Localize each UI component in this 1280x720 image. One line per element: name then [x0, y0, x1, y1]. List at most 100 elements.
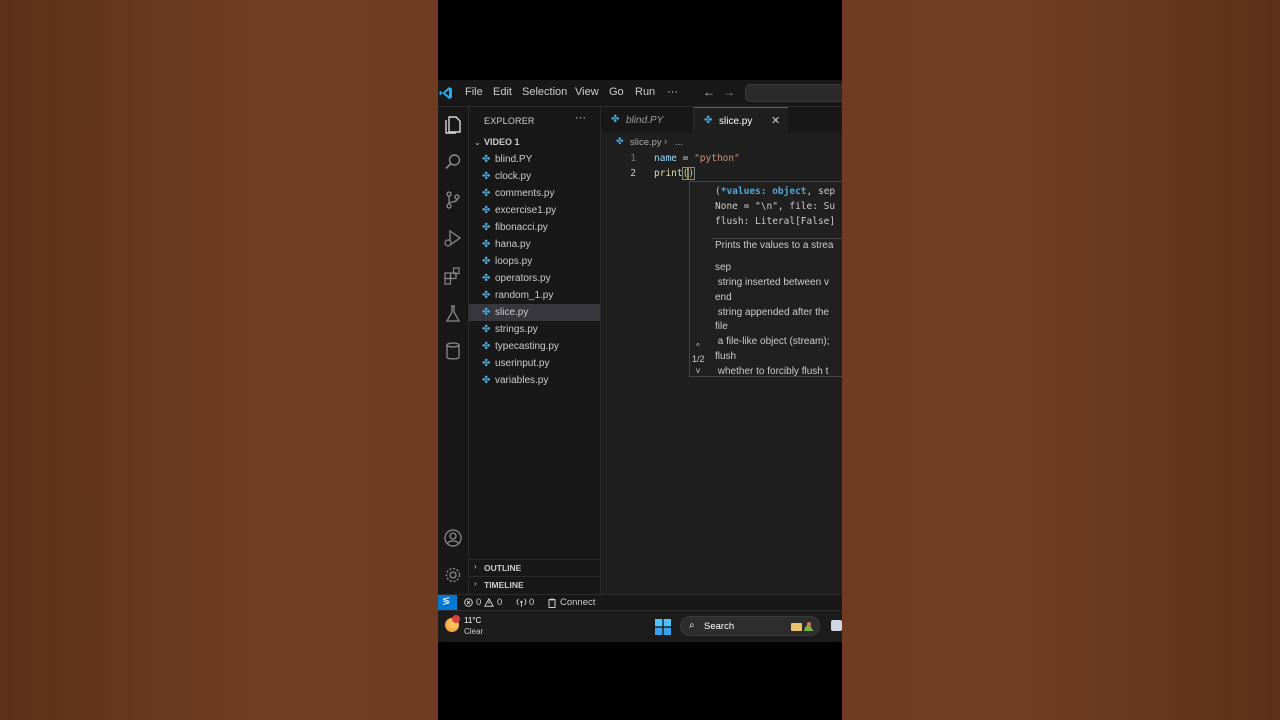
param-name-file: file	[715, 321, 728, 332]
clipboard-icon	[548, 598, 556, 608]
python-file-icon: ✤	[482, 341, 491, 352]
file-item-excercise1[interactable]: ✤ excercise1.py	[469, 202, 600, 219]
video-frame: File Edit Selection View Go Run ··· ← →	[438, 0, 842, 720]
search-icon[interactable]	[442, 151, 464, 173]
taskbar-app-icon[interactable]	[831, 620, 842, 631]
file-item-typecasting[interactable]: ✤ typecasting.py	[469, 338, 600, 355]
param-desc-file: a file-like object (stream);	[715, 336, 830, 347]
file-item-fibonacci[interactable]: ✤ fibonacci.py	[469, 219, 600, 236]
file-item-operators[interactable]: ✤ operators.py	[469, 270, 600, 287]
search-highlight-art-icon	[791, 622, 815, 631]
file-name: strings.py	[495, 324, 538, 335]
testing-flask-icon[interactable]	[442, 303, 464, 325]
file-item-blind[interactable]: ✤ blind.PY	[469, 151, 600, 168]
editor-tab-bar: ✤ blind.PY ✤ slice.py ✕	[601, 107, 842, 133]
python-file-icon: ✤	[482, 239, 491, 250]
error-icon[interactable]	[464, 598, 473, 607]
outline-label: OUTLINE	[484, 563, 522, 573]
ports-count: 0	[529, 597, 535, 608]
warning-count: 0	[497, 597, 503, 608]
back-arrow-icon[interactable]: ←	[703, 85, 715, 99]
sidebar-more-button[interactable]: ···	[575, 112, 586, 124]
active-parameter: *values: object	[720, 186, 807, 197]
code-token-function: print	[654, 168, 683, 179]
windows-start-icon[interactable]	[655, 619, 671, 635]
python-file-icon: ✤	[482, 375, 491, 386]
source-control-icon[interactable]	[442, 189, 464, 211]
weather-temperature: 11°C	[464, 616, 482, 625]
file-item-loops[interactable]: ✤ loops.py	[469, 253, 600, 270]
file-item-hana[interactable]: ✤ hana.py	[469, 236, 600, 253]
run-debug-icon[interactable]	[442, 227, 464, 249]
breadcrumb-file[interactable]: slice.py	[630, 137, 662, 148]
connect-button[interactable]: Connect	[560, 597, 595, 608]
vscode-window: File Edit Selection View Go Run ··· ← →	[438, 80, 842, 610]
file-name: operators.py	[495, 273, 551, 284]
menu-more-button[interactable]: ···	[667, 86, 678, 98]
file-item-clock[interactable]: ✤ clock.py	[469, 168, 600, 185]
explorer-files-icon[interactable]	[442, 114, 464, 136]
explorer-sidebar: EXPLORER ··· ⌄ VIDEO 1 ✤ blind.PY ✤ cloc…	[469, 107, 601, 594]
menu-go[interactable]: Go	[609, 86, 624, 98]
tab-blind[interactable]: ✤ blind.PY	[601, 107, 694, 133]
windows-taskbar: 11°C Clear ⌕ Search	[438, 610, 842, 642]
timeline-section[interactable]: › TIMELINE	[469, 576, 600, 593]
signature-line-3: flush: Literal[False]	[715, 216, 836, 227]
forward-arrow-icon[interactable]: →	[723, 85, 735, 99]
error-count: 0	[476, 597, 482, 608]
account-icon[interactable]	[442, 527, 464, 549]
menu-file[interactable]: File	[465, 86, 483, 98]
python-file-icon: ✤	[482, 188, 491, 199]
file-item-slice[interactable]: ✤ slice.py	[469, 304, 600, 321]
command-center-search[interactable]	[745, 84, 842, 102]
file-item-strings[interactable]: ✤ strings.py	[469, 321, 600, 338]
python-file-icon: ✤	[482, 205, 491, 216]
weather-condition: Clear	[464, 627, 484, 636]
menu-selection[interactable]: Selection	[522, 86, 567, 98]
notification-badge	[452, 615, 460, 623]
remote-indicator[interactable]: ≶	[438, 595, 457, 610]
menu-view[interactable]: View	[575, 86, 599, 98]
previous-overload-button[interactable]: ^	[696, 342, 700, 351]
signature-help-popup: ^ 1/2 v (*values: object, sep None = "\n…	[689, 181, 842, 377]
param-desc-sep: string inserted between v	[715, 277, 829, 288]
param-desc-end: string appended after the	[715, 307, 829, 318]
tab-slice[interactable]: ✤ slice.py ✕	[694, 107, 788, 133]
ports-antenna-icon[interactable]	[516, 598, 527, 607]
status-bar: ≶ 0 0 0 Connect	[438, 594, 842, 610]
python-file-icon: ✤	[482, 324, 491, 335]
code-line-2: print()	[654, 167, 696, 180]
chevron-right-icon: ›	[474, 579, 477, 588]
taskbar-search-box[interactable]: ⌕ Search	[680, 616, 820, 636]
file-item-variables[interactable]: ✤ variables.py	[469, 372, 600, 389]
file-item-random-1[interactable]: ✤ random_1.py	[469, 287, 600, 304]
signature-line-2: None = "\n", file: Su	[715, 201, 836, 212]
code-token-string: "python"	[694, 153, 740, 164]
file-name: userinput.py	[495, 358, 550, 369]
warning-icon[interactable]	[484, 598, 494, 607]
code-token-variable: name	[654, 153, 677, 164]
file-name: typecasting.py	[495, 341, 559, 352]
file-item-comments[interactable]: ✤ comments.py	[469, 185, 600, 202]
file-name: variables.py	[495, 375, 549, 386]
python-file-icon: ✤	[482, 358, 491, 369]
close-tab-icon[interactable]: ✕	[771, 114, 780, 127]
next-overload-button[interactable]: v	[696, 366, 700, 375]
background-right	[842, 0, 1280, 720]
outline-section[interactable]: › OUTLINE	[469, 559, 600, 576]
overload-counter: 1/2	[692, 354, 705, 364]
database-icon[interactable]	[442, 340, 464, 362]
menu-edit[interactable]: Edit	[493, 86, 512, 98]
param-name-end: end	[715, 292, 732, 303]
breadcrumb-symbols[interactable]: ...	[675, 137, 683, 148]
remote-icon: ≶	[442, 596, 451, 607]
menu-run[interactable]: Run	[635, 86, 655, 98]
extensions-icon[interactable]	[442, 265, 464, 287]
settings-gear-icon[interactable]	[442, 564, 464, 586]
line-number: 1	[630, 153, 636, 164]
folder-row[interactable]: ⌄ VIDEO 1	[469, 135, 600, 151]
python-file-icon: ✤	[616, 136, 624, 146]
python-file-icon: ✤	[482, 171, 491, 182]
overload-navigator: ^ 1/2 v	[690, 182, 712, 376]
file-item-userinput[interactable]: ✤ userinput.py	[469, 355, 600, 372]
